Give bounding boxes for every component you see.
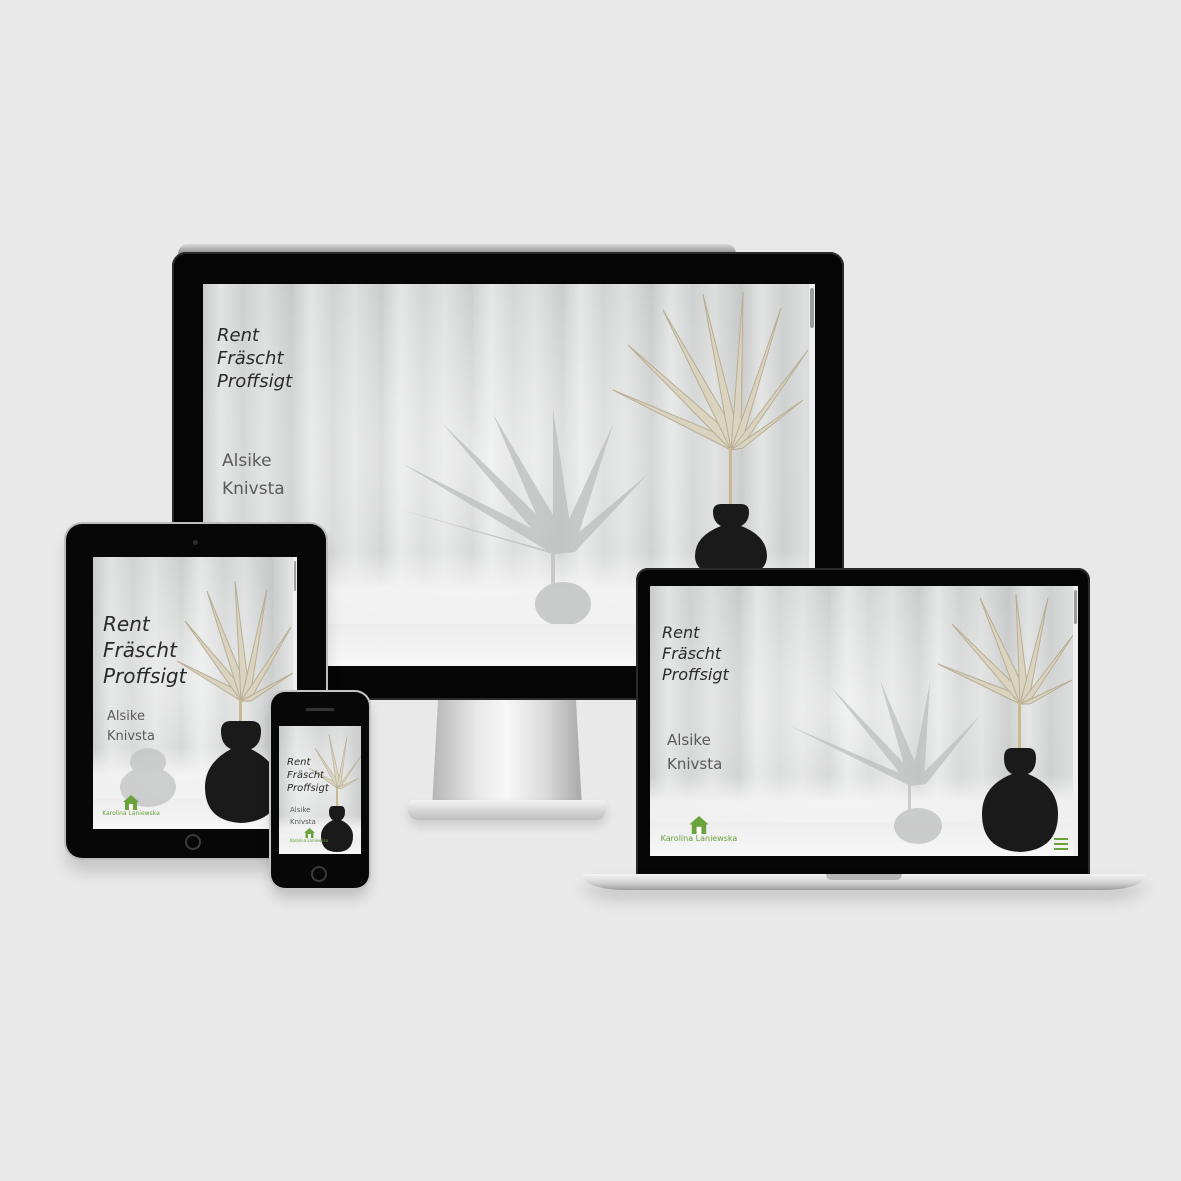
- laptop-scrollbar[interactable]: [1073, 586, 1078, 856]
- hamburger-menu-icon[interactable]: [1054, 838, 1068, 853]
- laptop-screen: Rent Fräscht Proffsigt Alsike Knivsta Ka…: [650, 586, 1078, 856]
- tablet-logo[interactable]: Karolina Laniewska: [97, 795, 165, 817]
- tablet-home-button[interactable]: [185, 834, 201, 850]
- desktop-headline: Rent Fräscht Proffsigt: [217, 325, 293, 392]
- phone-logo[interactable]: Karolina Laniewska: [279, 828, 339, 843]
- phone-screen: Rent Fräscht Proffsigt Alsike Knivsta Ka…: [279, 726, 361, 854]
- laptop-notch: [826, 874, 902, 880]
- laptop-locations: Alsike Knivsta: [667, 731, 723, 773]
- house-icon: [303, 828, 315, 838]
- desktop-plant-vase: [612, 291, 809, 578]
- laptop-plant-vase: [937, 594, 1075, 852]
- house-icon: [123, 795, 139, 810]
- desktop-locations: Alsike Knivsta: [222, 451, 285, 499]
- laptop-logo[interactable]: Karolina Laniewska: [654, 816, 744, 843]
- tablet-camera: [193, 540, 198, 545]
- phone-locations: Alsike Knivsta: [290, 806, 316, 826]
- logo-text: Karolina Laniewska: [660, 834, 738, 843]
- monitor-stand-base: [408, 800, 606, 820]
- tablet-locations: Alsike Knivsta: [107, 709, 155, 744]
- phone-headline: Rent Fräscht Proffsigt: [287, 757, 329, 794]
- phone-home-button[interactable]: [311, 866, 327, 882]
- phone-speaker: [306, 708, 334, 711]
- laptop-headline: Rent Fräscht Proffsigt: [662, 623, 729, 684]
- logo-text: Karolina Laniewska: [102, 810, 160, 817]
- house-icon: [689, 816, 709, 834]
- tablet-screen: Rent Fräscht Proffsigt Alsike Knivsta Ka…: [93, 557, 297, 829]
- tablet-headline: Rent Fräscht Proffsigt: [103, 612, 187, 688]
- logo-text: Karolina Laniewska: [289, 838, 329, 843]
- monitor-stand-neck: [432, 700, 582, 808]
